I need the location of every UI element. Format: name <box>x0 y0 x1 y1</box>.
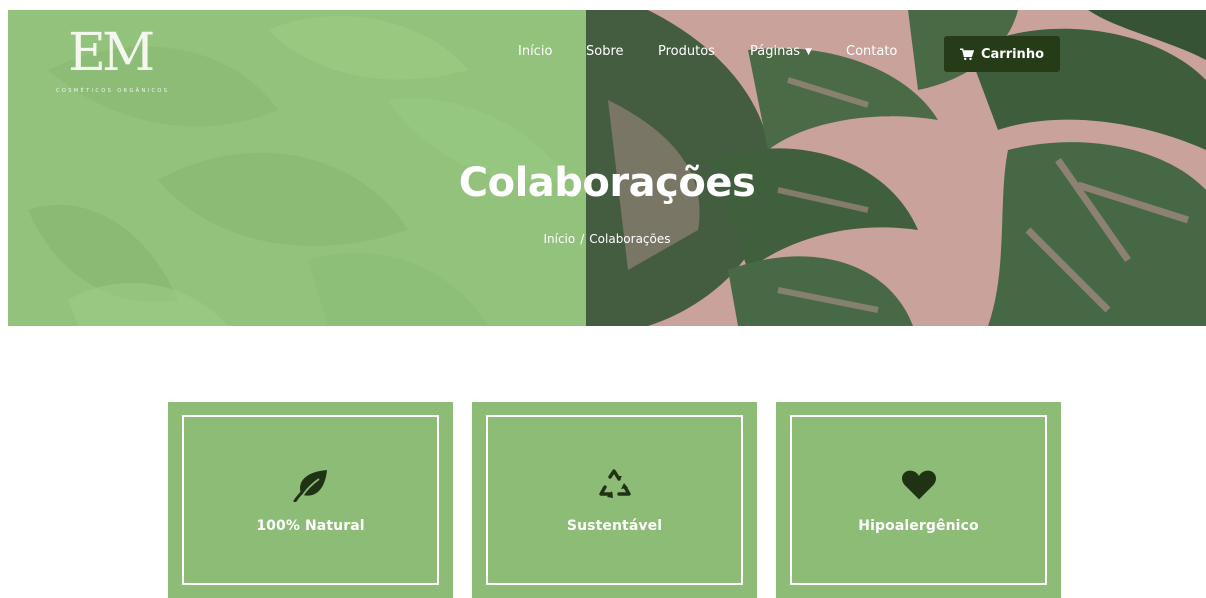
feature-card-hipoalergenico: Hipoalergênico <box>776 402 1061 598</box>
recycle-icon <box>597 467 633 503</box>
cart-icon <box>959 48 974 60</box>
nav-item-paginas[interactable]: Páginas ▼ <box>750 44 812 59</box>
feature-card-frame: Hipoalergênico <box>790 415 1047 585</box>
nav-item-sobre[interactable]: Sobre <box>586 44 624 59</box>
cart-label: Carrinho <box>980 46 1045 62</box>
feature-card-natural: 100% Natural <box>168 402 453 598</box>
cart-button[interactable]: Carrinho <box>944 36 1060 72</box>
logo-subtitle: COSMÉTICOS ORGÂNICOS <box>56 88 170 94</box>
nav-item-produtos[interactable]: Produtos <box>658 44 715 59</box>
nav-item-inicio[interactable]: Início <box>518 44 552 59</box>
breadcrumb-separator: / <box>580 232 585 246</box>
feature-label: Sustentável <box>566 518 663 534</box>
chevron-down-icon: ▼ <box>805 47 812 57</box>
nav-item-contato[interactable]: Contato <box>846 44 897 59</box>
page-title: Colaborações <box>458 160 756 206</box>
feature-card-sustentavel: Sustentável <box>472 402 757 598</box>
breadcrumb-home-link[interactable]: Início <box>543 232 575 246</box>
feature-label: 100% Natural <box>256 518 365 534</box>
heart-icon <box>901 467 937 503</box>
features-section: 100% Natural Sustentável Hipoalergênico <box>0 402 1206 598</box>
nav-item-paginas-label: Páginas <box>750 44 801 59</box>
feature-label: Hipoalergênico <box>858 518 979 534</box>
feature-card-frame: Sustentável <box>486 415 743 585</box>
breadcrumb: Início / Colaborações <box>8 232 1206 246</box>
feature-card-frame: 100% Natural <box>182 415 439 585</box>
breadcrumb-current: Colaborações <box>589 232 671 246</box>
leaf-icon <box>293 467 329 503</box>
main-nav: Início Sobre Produtos Páginas ▼ Contato C… <box>8 36 1206 72</box>
hero-banner: EM COSMÉTICOS ORGÂNICOS Início Sobre Pro… <box>8 10 1206 326</box>
